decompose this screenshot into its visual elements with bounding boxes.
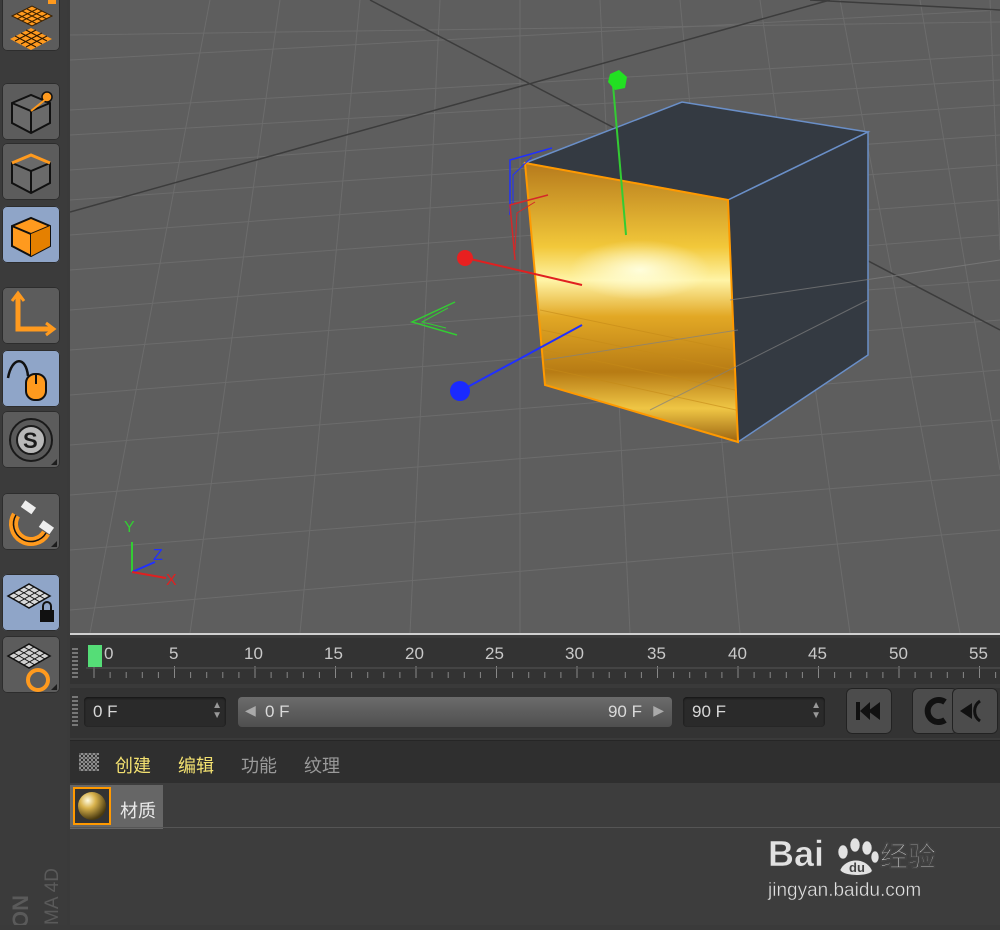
- svg-text:MA 4D: MA 4D: [42, 868, 63, 925]
- range-left-arrow-icon[interactable]: ◀: [245, 702, 256, 719]
- baidu-watermark: Bai du 经验 jingyan.baidu.com: [760, 810, 960, 920]
- step-back-button[interactable]: [952, 688, 998, 734]
- tick-label: 20: [405, 644, 424, 663]
- tick-label: 50: [889, 644, 908, 663]
- edges-mode-button[interactable]: [2, 143, 60, 200]
- viewport-scene: Y Z X: [70, 0, 1000, 633]
- points-mode-button[interactable]: [2, 83, 60, 140]
- submenu-indicator-icon: [51, 459, 57, 465]
- tick-label: 35: [647, 644, 666, 663]
- range-right-arrow-icon[interactable]: ▶: [653, 702, 664, 719]
- tick-label: 30: [565, 644, 584, 663]
- axis-label-z: Z: [153, 547, 163, 564]
- tick-label: 5: [169, 644, 179, 663]
- tool-sidebar: S ON MA 4D: [0, 0, 67, 928]
- workplane-lock-button[interactable]: [2, 574, 60, 631]
- workplane-align-button[interactable]: [2, 636, 60, 693]
- menu-function[interactable]: 功能: [241, 752, 277, 778]
- menu-create[interactable]: 创建: [115, 752, 151, 778]
- submenu-indicator-icon: [51, 541, 57, 547]
- tick-label: 25: [485, 644, 504, 663]
- preview-range-slider[interactable]: ◀ 0 F 90 F ▶: [238, 697, 672, 727]
- stepper-icon[interactable]: ▲ ▼: [212, 701, 222, 721]
- 3d-viewport[interactable]: Y Z X: [70, 0, 1000, 633]
- playback-controls: 0 F ▲ ▼ ◀ 0 F 90 F ▶ 90 F ▲ ▼: [70, 688, 1000, 738]
- start-frame-field[interactable]: 0 F ▲ ▼: [84, 697, 226, 727]
- go-to-start-button[interactable]: [846, 688, 892, 734]
- workplane-tool-button[interactable]: [2, 0, 60, 51]
- axis-label-y: Y: [124, 519, 135, 536]
- tick-label: 45: [808, 644, 827, 663]
- tick-label: 15: [324, 644, 343, 663]
- svg-text:经验: 经验: [880, 840, 936, 873]
- stepper-icon[interactable]: ▲ ▼: [811, 701, 821, 721]
- go-to-start-icon: [856, 702, 880, 720]
- solo-button[interactable]: S: [2, 411, 60, 468]
- tick-label: 40: [728, 644, 747, 663]
- svg-text:ON: ON: [8, 895, 33, 925]
- end-frame-field[interactable]: 90 F ▲ ▼: [683, 697, 825, 727]
- material-preview-icon: [73, 787, 111, 825]
- menu-texture[interactable]: 纹理: [304, 752, 340, 778]
- snap-button[interactable]: [2, 493, 60, 550]
- material-name: 材质: [120, 801, 156, 821]
- app-brand: ON MA 4D: [6, 850, 66, 928]
- material-item[interactable]: 材质: [70, 785, 163, 829]
- polygons-mode-button[interactable]: [2, 206, 60, 263]
- tick-label: 0: [104, 644, 114, 663]
- submenu-indicator-icon: [51, 684, 57, 690]
- panel-grip-icon[interactable]: [79, 753, 99, 771]
- material-menu-bar: 创建 编辑 功能 纹理: [70, 740, 1000, 783]
- tweak-mode-button[interactable]: [2, 350, 60, 407]
- viewport-border: [70, 633, 1000, 635]
- axis-mode-button[interactable]: [2, 287, 60, 344]
- timeline-ruler[interactable]: 0 5 10 15 20 25 30 35 40 45 50 55: [70, 638, 1000, 684]
- svg-text:S: S: [23, 428, 38, 453]
- step-back-icon: [960, 699, 981, 723]
- svg-text:jingyan.baidu.com: jingyan.baidu.com: [767, 880, 921, 901]
- tick-label: 55: [969, 644, 988, 663]
- tick-label: 10: [244, 644, 263, 663]
- timeline-grip[interactable]: [72, 648, 78, 680]
- playhead[interactable]: [88, 645, 102, 667]
- controls-grip[interactable]: [72, 696, 78, 728]
- axis-label-x: X: [166, 572, 177, 589]
- menu-edit[interactable]: 编辑: [178, 752, 214, 778]
- svg-text:Bai: Bai: [768, 833, 824, 874]
- svg-text:du: du: [849, 860, 865, 875]
